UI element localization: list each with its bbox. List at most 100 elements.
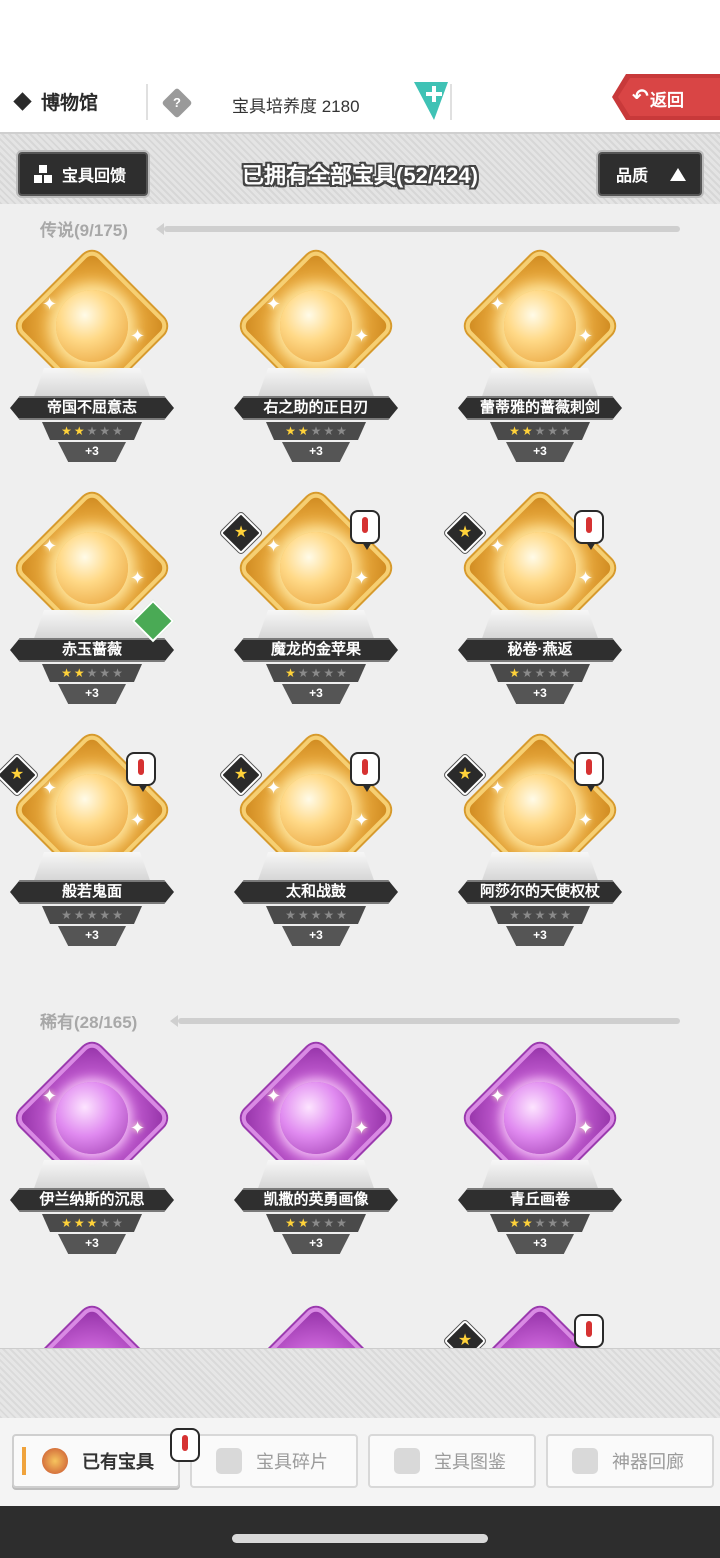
treasure-artwork <box>504 532 576 604</box>
enhance-level: +3 <box>506 684 574 704</box>
alert-icon <box>574 510 604 550</box>
treasure-artwork <box>56 532 128 604</box>
treasure-card[interactable]: ✦ ✦ 阿莎尔的天使权杖 ★ ★ ★ ★ ★ +3 ★ <box>443 730 630 954</box>
enhance-level: +3 <box>282 684 350 704</box>
star-icon: ★ <box>323 908 335 922</box>
star-icon: ★ <box>73 666 85 680</box>
bottom-nav: 已有宝具 宝具碎片 宝具图鉴 神器回廊 <box>0 1418 720 1506</box>
treasure-artwork <box>504 1082 576 1154</box>
tab-label: 神器回廊 <box>612 1452 684 1472</box>
treasure-name: 秘卷·燕返 <box>458 638 622 662</box>
treasure-artwork <box>280 1082 352 1154</box>
star-icon: ★ <box>285 908 296 922</box>
star-icon: ★ <box>560 666 571 680</box>
treasure-card[interactable]: ✦ ✦ 般若鬼面 ★ ★ ★ ★ ★ +3 ★ <box>0 730 182 954</box>
sort-quality-button[interactable]: 品质 <box>598 152 702 196</box>
page-title-text: 博物馆 <box>41 93 99 114</box>
diamond-icon <box>13 92 32 111</box>
top-header: 博物馆 ? 宝具培养度 2180 ↶ 返回 <box>0 72 720 132</box>
treasure-name: 蕾蒂雅的蔷薇刺剑 <box>458 396 622 420</box>
treasure-card[interactable]: ✦ ✦ 凯撒的英勇画像 ★ ★ ★ ★ ★ +3 <box>226 1038 406 1262</box>
star-icon: ★ <box>534 1216 546 1230</box>
sparkle-icon: ✦ <box>130 568 146 588</box>
tab-artifact-gallery[interactable]: 神器回廊 <box>546 1434 714 1488</box>
tab-owned-treasures[interactable]: 已有宝具 <box>12 1428 200 1488</box>
sparkle-icon: ✦ <box>266 1086 282 1106</box>
treasure-card[interactable] <box>2 1288 182 1348</box>
sparkle-icon: ✦ <box>130 326 146 346</box>
star-icon: ★ <box>521 908 533 922</box>
sparkle-icon: ✦ <box>490 778 506 798</box>
star-icon: ★ <box>285 666 296 680</box>
treasure-card[interactable]: ✦ ✦ 魔龙的金苹果 ★ ★ ★ ★ ★ +3 ★ <box>219 488 406 712</box>
treasure-card[interactable]: ✦ ✦ 伊兰纳斯的沉思 ★ ★ ★ ★ ★ +3 <box>2 1038 182 1262</box>
sparkle-icon: ✦ <box>578 326 594 346</box>
tab-label: 宝具碎片 <box>256 1452 328 1472</box>
treasure-card[interactable]: ✦ ✦ 青丘画卷 ★ ★ ★ ★ ★ +3 <box>450 1038 630 1262</box>
sparkle-icon: ✦ <box>266 536 282 556</box>
tab-treasure-fragments[interactable]: 宝具碎片 <box>190 1434 358 1488</box>
tab-label: 已有宝具 <box>82 1452 154 1472</box>
enhance-level: +3 <box>506 1234 574 1254</box>
cultivation-label: 宝具培养度 2180 <box>232 97 360 116</box>
alert-icon <box>350 752 380 792</box>
star-icon: ★ <box>521 1216 533 1230</box>
enhance-level: +3 <box>58 926 126 946</box>
sparkle-icon: ✦ <box>42 536 58 556</box>
star-icon: ★ <box>310 1216 322 1230</box>
star-icon: ★ <box>112 908 123 922</box>
alert-icon <box>574 1314 604 1348</box>
scroll-icon <box>394 1448 420 1474</box>
star-icon: ★ <box>336 424 347 438</box>
sparkle-icon: ✦ <box>490 294 506 314</box>
star-icon: ★ <box>285 424 296 438</box>
star-icon: ★ <box>509 908 520 922</box>
star-icon: ★ <box>297 908 309 922</box>
star-icon: ★ <box>73 1216 85 1230</box>
tab-treasure-codex[interactable]: 宝具图鉴 <box>368 1434 536 1488</box>
sparkle-icon: ✦ <box>42 778 58 798</box>
sort-label: 品质 <box>616 168 649 185</box>
treasure-card[interactable]: ★ <box>443 1288 630 1348</box>
home-indicator[interactable] <box>232 1534 488 1543</box>
star-icon: ★ <box>99 666 111 680</box>
treasure-name: 太和战鼓 <box>234 880 398 904</box>
star-icon: ★ <box>534 666 546 680</box>
alert-icon <box>126 752 156 792</box>
star-icon: ★ <box>297 424 309 438</box>
star-icon: ★ <box>336 666 347 680</box>
treasure-name: 青丘画卷 <box>458 1188 622 1212</box>
star-icon: ★ <box>285 1216 296 1230</box>
return-arrow-icon: ↶ <box>632 86 649 108</box>
back-button[interactable]: ↶ 返回 <box>612 74 720 120</box>
toolbar: 宝具回馈 已拥有全部宝具(52/424) 品质 <box>0 132 720 204</box>
add-plus-icon[interactable] <box>414 82 448 120</box>
star-icon: ★ <box>112 666 123 680</box>
star-icon: ★ <box>112 424 123 438</box>
treasure-name: 伊兰纳斯的沉思 <box>10 1188 174 1212</box>
alert-icon <box>574 752 604 792</box>
star-icon: ★ <box>99 908 111 922</box>
treasure-card[interactable]: ✦ ✦ 帝国不屈意志 ★ ★ ★ ★ ★ +3 <box>2 246 182 470</box>
museum-screen: 博物馆 ? 宝具培养度 2180 ↶ 返回 宝具回馈 已拥有全部宝具(52/42… <box>0 0 720 1558</box>
star-icon: ★ <box>86 1216 98 1230</box>
star-icon: ★ <box>297 1216 309 1230</box>
section-rare-label: 稀有(28/165) <box>40 1013 138 1032</box>
star-icon: ★ <box>86 424 98 438</box>
help-icon[interactable]: ? <box>161 87 193 119</box>
page-title: 博物馆 <box>13 88 99 115</box>
treasure-card[interactable]: ✦ ✦ 秘卷·燕返 ★ ★ ★ ★ ★ +3 ★ <box>443 488 630 712</box>
treasure-list[interactable]: 传说(9/175) 稀有(28/165) ✦ ✦ 帝国不屈意志 ★ ★ ★ ★ ★ +3 ✦ ✦ 右之… <box>0 204 720 1348</box>
enhance-level: +3 <box>506 926 574 946</box>
star-icon: ★ <box>547 424 559 438</box>
treasure-card[interactable]: ✦ ✦ 蕾蒂雅的蔷薇刺剑 ★ ★ ★ ★ ★ +3 <box>450 246 630 470</box>
enhance-level: +3 <box>58 1234 126 1254</box>
star-icon: ★ <box>99 1216 111 1230</box>
treasure-card[interactable]: ✦ ✦ 右之助的正日刃 ★ ★ ★ ★ ★ +3 <box>226 246 406 470</box>
rarity-frame <box>12 1302 172 1348</box>
treasure-card[interactable]: ✦ ✦ 赤玉蔷薇 ★ ★ ★ ★ ★ +3 <box>2 488 182 712</box>
treasure-card[interactable] <box>226 1288 406 1348</box>
treasure-card[interactable]: ✦ ✦ 太和战鼓 ★ ★ ★ ★ ★ +3 ★ <box>219 730 406 954</box>
enhance-level: +3 <box>282 1234 350 1254</box>
section-divider <box>156 223 680 235</box>
